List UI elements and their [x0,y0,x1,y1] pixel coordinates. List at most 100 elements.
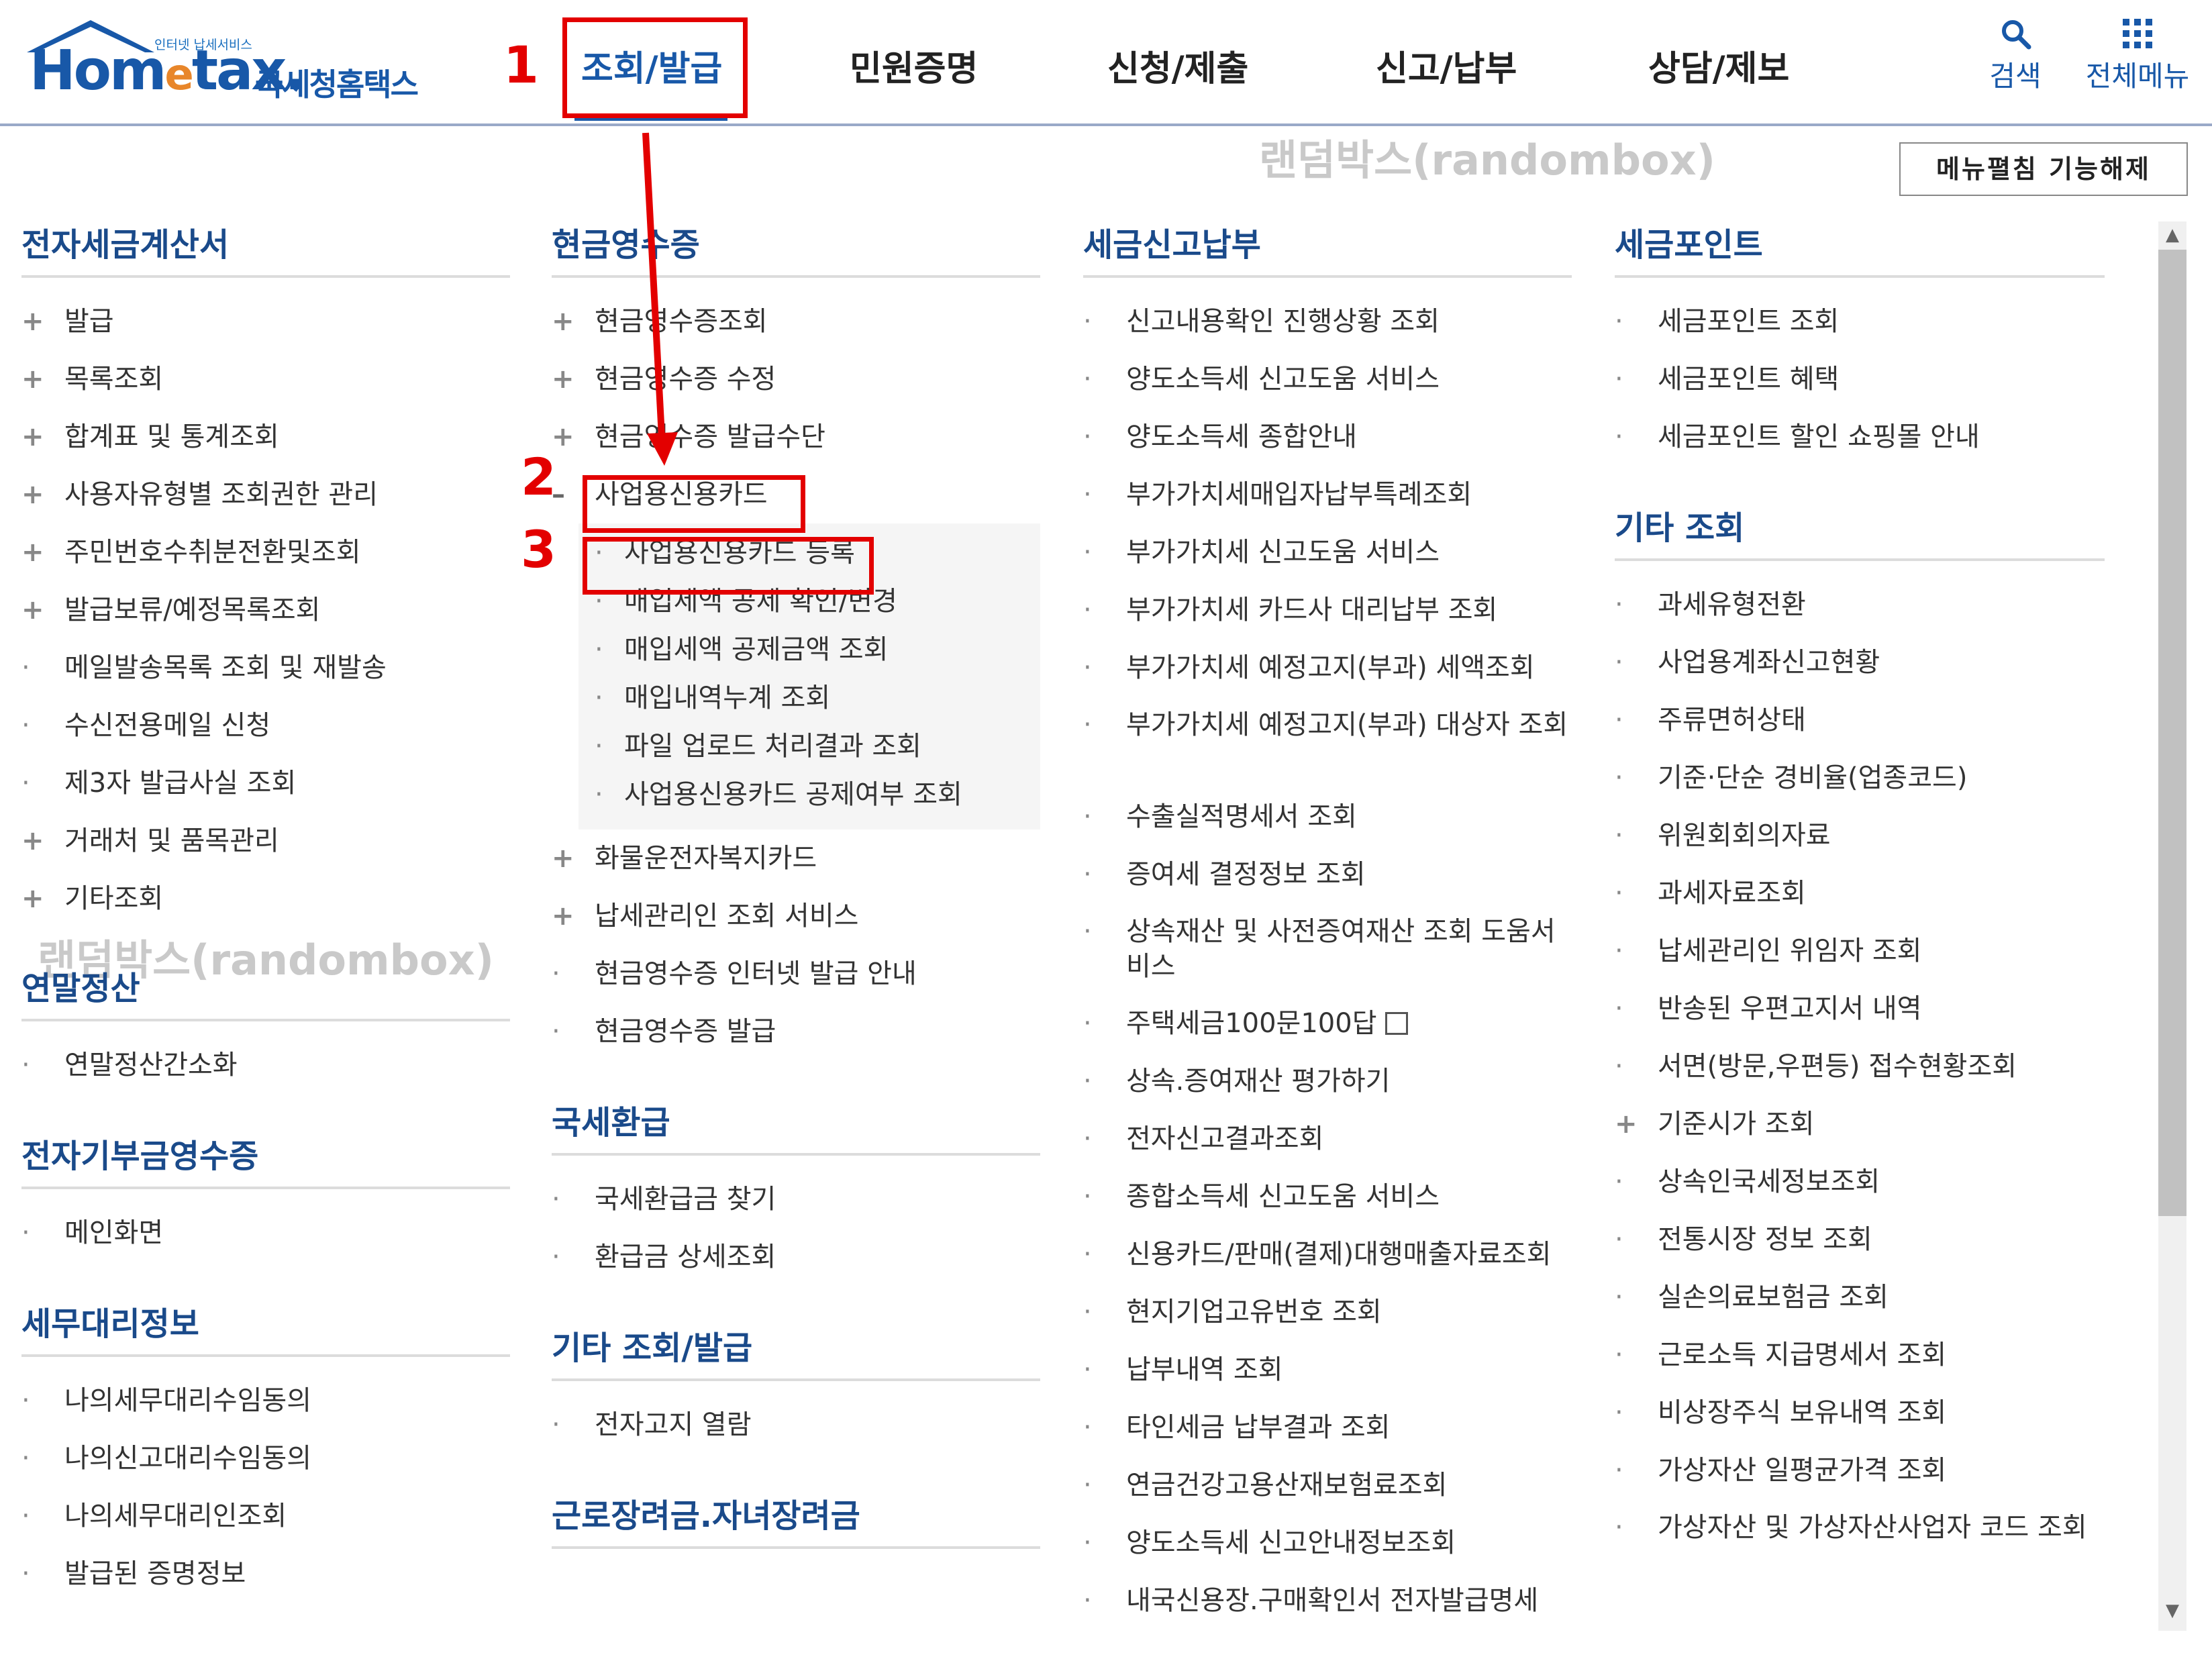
menu-item[interactable]: + 발급 [21,293,510,350]
search-button[interactable]: 검색 [1985,17,2046,95]
menu-item[interactable]: · 전통시장 정보 조회 [1615,1211,2105,1268]
menu-item[interactable]: · 신고내용확인 진행상황 조회 [1083,293,1572,350]
section-title[interactable]: 기타 조회 [1615,498,2105,561]
nav-civil-certificate[interactable]: 민원증명 [850,40,978,91]
menu-scrollbar-thumb[interactable] [2158,250,2186,1216]
menu-item[interactable]: · 상속재산 및 사전증여재산 조회 도움서비스 [1083,903,1572,995]
section-title[interactable]: 기타 조회/발급 [552,1318,1040,1381]
all-menu-button[interactable]: 전체메뉴 [2080,17,2195,95]
menu-item[interactable]: · 위원회회의자료 [1615,807,2105,864]
menu-item[interactable]: · 기준·단순 경비율(업종코드) [1615,749,2105,807]
submenu-item[interactable]: · 매입내역누계 조회 [579,674,1040,722]
menu-item[interactable]: + 기준시가 조회 [1615,1095,2105,1153]
menu-item[interactable]: · 현금영수증 인터넷 발급 안내 [552,945,1040,1003]
section-title[interactable]: 연말정산 [21,958,510,1021]
menu-item[interactable]: · 가상자산 및 가상자산사업자 코드 조회 [1615,1499,2105,1591]
menu-item[interactable]: · 연말정산간소화 [21,1036,510,1094]
menu-item[interactable]: + 발급보류/예정목록조회 [21,581,510,639]
bullet-icon: · [1615,1455,1623,1486]
menu-item[interactable]: · 주택세금100문100답 [1083,995,1572,1052]
menu-item[interactable]: · 양도소득세 신고도움 서비스 [1083,350,1572,408]
menu-item[interactable]: · 메일발송목록 조회 및 재발송 [21,639,510,697]
menu-item[interactable]: + 화물운전자복지카드 [552,829,1040,887]
menu-item[interactable]: + 사용자유형별 조회권한 관리 [21,466,510,523]
section-title[interactable]: 세금신고납부 [1083,215,1572,278]
submenu-item[interactable]: · 사업용신용카드 공제여부 조회 [579,770,1040,819]
menu-item[interactable]: · 제3자 발급사실 조회 [21,754,510,812]
scroll-up-arrow-icon[interactable]: ▲ [2158,221,2186,248]
menu-item[interactable]: · 비상장주식 보유내역 조회 [1615,1384,2105,1442]
menu-item[interactable]: · 반송된 우편고지서 내역 [1615,980,2105,1038]
menu-item[interactable]: · 세금포인트 할인 쇼핑몰 안내 [1615,408,2105,466]
section-title[interactable]: 근로장려금.자녀장려금 [552,1486,1040,1549]
menu-item[interactable]: + 주민번호수취분전환및조회 [21,523,510,581]
menu-item[interactable]: · 국세환급금 찾기 [552,1170,1040,1228]
menu-item[interactable]: + 거래처 및 품목관리 [21,812,510,870]
section-title[interactable]: 세무대리정보 [21,1294,510,1357]
menu-item[interactable]: + 현금영수증 수정 [552,350,1040,408]
menu-item[interactable]: · 양도소득세 종합안내 [1083,408,1572,466]
menu-item[interactable]: · 발급된 증명정보 [21,1545,510,1603]
bullet-icon: · [1615,1397,1623,1428]
menu-item[interactable]: · 부가가치세 카드사 대리납부 조회 [1083,581,1572,639]
menu-item[interactable]: · 나의세무대리인조회 [21,1487,510,1545]
nav-report-pay[interactable]: 신고/납부 [1376,40,1517,91]
menu-item[interactable]: · 과세유형전환 [1615,576,2105,634]
menu-item[interactable]: · 나의세무대리수임동의 [21,1372,510,1429]
menu-item[interactable]: · 종합소득세 신고도움 서비스 [1083,1168,1572,1225]
menu-item[interactable]: · 주류면허상태 [1615,691,2105,749]
menu-item[interactable]: · 납세관리인 위임자 조회 [1615,922,2105,980]
highlight-box-register-card [583,537,874,595]
menu-item[interactable]: · 전자고지 열람 [552,1396,1040,1454]
menu-item[interactable]: · 나의신고대리수임동의 [21,1429,510,1487]
menu-item[interactable]: · 수출실적명세서 조회 [1083,788,1572,846]
menu-item[interactable]: + 현금영수증 발급수단 [552,408,1040,466]
menu-item[interactable]: · 과세자료조회 [1615,864,2105,922]
menu-item[interactable]: · 세금포인트 조회 [1615,293,2105,350]
menu-expand-toggle-button[interactable]: 메뉴펼침 기능해제 [1899,142,2188,196]
submenu-item[interactable]: · 매입세액 공제금액 조회 [579,625,1040,674]
menu-item[interactable]: · 현금영수증 발급 [552,1003,1040,1060]
section-title[interactable]: 전자기부금영수증 [21,1126,510,1189]
menu-item[interactable]: · 상속인국세정보조회 [1615,1153,2105,1211]
hometax-logo[interactable]: 인터넷 납세서비스 Hometax. 국세청홈택스 [20,13,436,107]
menu-item[interactable]: + 기타조회 [21,870,510,927]
menu-item[interactable]: · 세금포인트 혜택 [1615,350,2105,408]
menu-item[interactable]: · 수신전용메일 신청 [21,697,510,754]
menu-item[interactable]: · 부가가치세 예정고지(부과) 세액조회 [1083,639,1572,697]
menu-item[interactable]: · 상속.증여재산 평가하기 [1083,1052,1572,1110]
menu-item[interactable]: · 부가가치세 예정고지(부과) 대상자 조회 [1083,697,1572,788]
menu-item[interactable]: · 현지기업고유번호 조회 [1083,1283,1572,1341]
menu-item[interactable]: · 서면(방문,우편등) 접수현황조회 [1615,1038,2105,1095]
nav-consult-report[interactable]: 상담/제보 [1648,40,1789,91]
menu-item[interactable]: · 부가가치세매입자납부특례조회 [1083,466,1572,523]
menu-item[interactable]: · 납부내역 조회 [1083,1341,1572,1399]
highlight-box-business-card [583,475,805,533]
section-title[interactable]: 전자세금계산서 [21,215,510,278]
menu-item[interactable]: · 내국신용장.구매확인서 전자발급명세 [1083,1572,1572,1629]
section-title[interactable]: 현금영수증 [552,215,1040,278]
menu-item[interactable]: · 전자신고결과조회 [1083,1110,1572,1168]
menu-item[interactable]: · 메인화면 [21,1204,510,1262]
menu-item[interactable]: + 합계표 및 통계조회 [21,408,510,466]
menu-item[interactable]: · 사업용계좌신고현황 [1615,634,2105,691]
bullet-icon: · [21,1385,30,1416]
menu-item[interactable]: · 연금건강고용산재보험료조회 [1083,1456,1572,1514]
section-title[interactable]: 세금포인트 [1615,215,2105,278]
menu-item[interactable]: · 양도소득세 신고안내정보조회 [1083,1514,1572,1572]
menu-item[interactable]: · 가상자산 일평균가격 조회 [1615,1442,2105,1499]
submenu-item[interactable]: · 파일 업로드 처리결과 조회 [579,722,1040,770]
menu-item[interactable]: · 부가가치세 신고도움 서비스 [1083,523,1572,581]
section-title[interactable]: 국세환급 [552,1093,1040,1156]
menu-item[interactable]: · 타인세금 납부결과 조회 [1083,1399,1572,1456]
menu-item[interactable]: + 납세관리인 조회 서비스 [552,887,1040,945]
menu-item[interactable]: · 근로소득 지급명세서 조회 [1615,1326,2105,1384]
menu-item[interactable]: · 신용카드/판매(결제)대행매출자료조회 [1083,1225,1572,1283]
scroll-down-arrow-icon[interactable]: ▼ [2158,1597,2186,1624]
menu-item[interactable]: · 실손의료보험금 조회 [1615,1268,2105,1326]
menu-item[interactable]: · 증여세 결정정보 조회 [1083,846,1572,903]
menu-item[interactable]: + 현금영수증조회 [552,293,1040,350]
nav-apply-submit[interactable]: 신청/제출 [1107,40,1248,91]
menu-item[interactable]: · 환급금 상세조회 [552,1228,1040,1286]
menu-item[interactable]: + 목록조회 [21,350,510,408]
